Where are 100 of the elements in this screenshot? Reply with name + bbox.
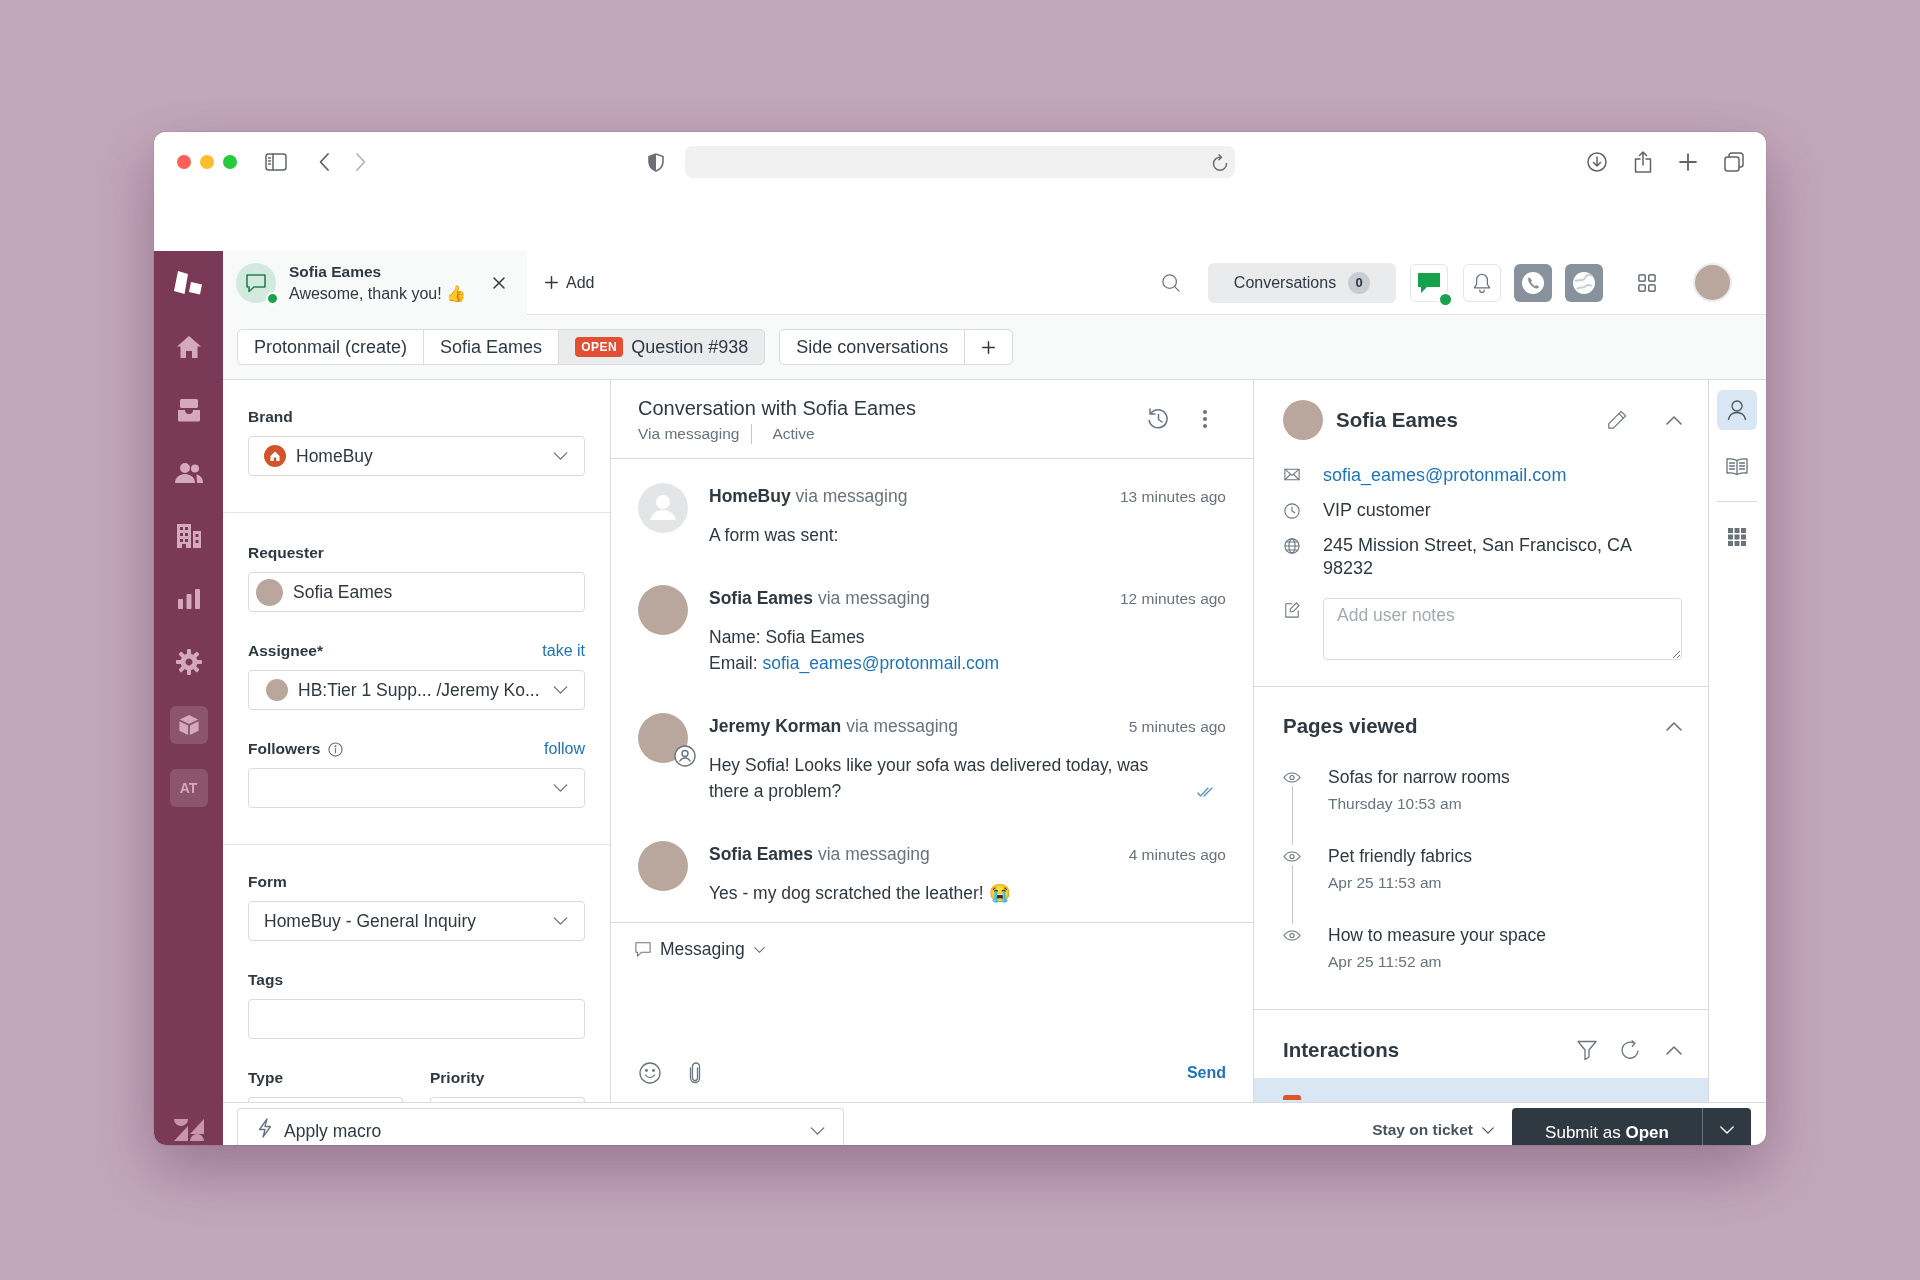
user-avatar[interactable] [1693, 263, 1732, 302]
search-icon[interactable] [1162, 273, 1180, 292]
channel-label: Via messaging [638, 423, 740, 444]
reload-icon[interactable] [1212, 153, 1228, 171]
field-action-link[interactable]: follow [544, 740, 585, 758]
status-tag: OPEN [575, 337, 624, 357]
field-label: Form [248, 872, 287, 892]
message-text: Yes - my dog scratched the leather! 😭 [709, 882, 1012, 905]
message-sender: HomeBuy via messaging [709, 485, 908, 507]
timeline-connector [1291, 865, 1293, 924]
product-logo-icon[interactable] [173, 271, 204, 295]
field-label: Tags [248, 970, 284, 990]
info-icon[interactable] [328, 741, 344, 757]
submit-button[interactable]: Submit as Open [1512, 1108, 1702, 1145]
stay-on-ticket-dropdown[interactable]: Stay on ticket [1372, 1108, 1494, 1145]
tab-overview-icon[interactable] [1724, 152, 1744, 172]
chat-bubble-icon [1418, 272, 1440, 293]
field-label: Brand [248, 407, 293, 427]
email-link[interactable]: sofia_eames@protonmail.com [1323, 464, 1567, 487]
edit-pencil-icon[interactable] [1607, 410, 1627, 430]
ticket-tab-button[interactable]: Protonmail (create) [237, 329, 425, 365]
chevron-down-icon [553, 452, 568, 460]
new-tab-icon[interactable] [1679, 153, 1697, 171]
clock-icon [1284, 503, 1300, 519]
submit-options-button[interactable] [1702, 1108, 1751, 1145]
field-label: Priority [430, 1068, 485, 1088]
collapse-chevron-icon[interactable] [1666, 721, 1682, 731]
notifications-button[interactable] [1463, 263, 1501, 302]
status-label: Active [751, 423, 815, 444]
collapse-chevron-icon[interactable] [1666, 415, 1682, 425]
refresh-icon[interactable] [1620, 1040, 1640, 1060]
plus-icon [982, 340, 996, 354]
add-tab-button[interactable]: Add [543, 269, 597, 296]
send-button[interactable]: Send [1186, 1062, 1226, 1084]
ticket-tab-button[interactable]: Sofia Eames [423, 329, 560, 365]
history-icon[interactable] [1147, 408, 1169, 430]
app-tile-button[interactable] [169, 705, 208, 744]
avatar [1283, 400, 1323, 440]
collapse-chevron-icon[interactable] [1666, 1045, 1682, 1055]
paperclip-icon[interactable] [689, 1062, 701, 1084]
field-label: Requester [248, 543, 324, 563]
chat-bubble-icon [635, 942, 651, 957]
channel-dropdown[interactable]: Messaging [635, 937, 765, 962]
chevron-down-icon [553, 784, 568, 792]
close-icon[interactable] [493, 277, 505, 289]
chevron-down-icon [1482, 1127, 1494, 1134]
message-sender: Sofia Eames via messaging [709, 843, 930, 865]
bar-chart-icon[interactable] [177, 588, 200, 609]
ticket-tab[interactable]: Sofia Eames Awesome, thank you! 👍 [223, 251, 527, 315]
phone-icon[interactable] [1514, 263, 1552, 302]
message-time: 13 minutes ago [1120, 487, 1226, 507]
message-sender: Sofia Eames via messaging [709, 587, 930, 609]
address-text: 245 Mission Street, San Francisco, CA 98232 [1323, 534, 1633, 580]
dropdown-field[interactable]: HB:Tier 1 Supp... /Jeremy Ko... [248, 670, 585, 710]
filter-icon[interactable] [1577, 1040, 1597, 1060]
message-text: A form was sent: [709, 524, 840, 547]
settings-icon[interactable] [175, 648, 202, 675]
message-text: Name: Sofia Eames [709, 626, 866, 649]
conversations-button[interactable]: Conversations 0 [1208, 262, 1396, 303]
input-field[interactable] [248, 1097, 403, 1102]
home-icon[interactable] [175, 334, 202, 359]
side-conversations-tab[interactable]: Side conversations [779, 329, 966, 365]
dropdown-field[interactable] [248, 768, 585, 808]
window-zoom-icon[interactable] [223, 155, 237, 169]
chevron-down-icon [1720, 1126, 1734, 1134]
inbox-tray-icon[interactable] [176, 397, 201, 422]
message-sender: Jeremy Korman via messaging [709, 715, 959, 737]
ticket-tab-button[interactable]: OPEN Question #938 [558, 329, 766, 365]
message-time: 4 minutes ago [1128, 845, 1226, 865]
avatar [638, 841, 688, 891]
input-field[interactable]: Sofia Eames [248, 572, 585, 612]
globe-app-icon[interactable] [1565, 263, 1603, 302]
sidebar-toggle-icon[interactable] [265, 153, 287, 171]
dropdown-field[interactable]: HomeBuy - General Inquiry [248, 901, 585, 941]
people-icon[interactable] [174, 461, 203, 484]
more-options-icon[interactable] [1203, 410, 1207, 428]
field-action-link[interactable]: take it [542, 642, 585, 660]
input-field[interactable] [248, 999, 585, 1039]
download-icon[interactable] [1587, 152, 1607, 172]
channel-icon [1283, 1095, 1301, 1100]
notes-field[interactable]: Add user notes [1323, 598, 1682, 660]
chevron-down-icon [810, 1127, 825, 1135]
default-avatar-icon [638, 483, 688, 533]
macro-field[interactable]: Apply macro [237, 1108, 844, 1145]
panel-tab[interactable] [1717, 390, 1757, 430]
user-icon [1727, 400, 1747, 420]
visit-time: Thursday 10:53 am [1328, 794, 1463, 814]
email-link[interactable]: sofia_eames@protonmail.com [762, 653, 1000, 673]
avatar [638, 585, 688, 635]
emoji-icon[interactable] [639, 1062, 661, 1084]
visit-time: Apr 25 11:53 am [1328, 873, 1443, 893]
input-field[interactable] [430, 1097, 585, 1102]
chevron-down-icon [753, 946, 765, 953]
dropdown-field[interactable]: HomeBuy [248, 436, 585, 476]
apps-grid-icon[interactable] [1638, 273, 1656, 292]
lightning-icon [258, 1118, 272, 1138]
window-close-icon[interactable] [177, 155, 191, 169]
shield-icon[interactable] [648, 152, 664, 172]
buildings-icon[interactable] [175, 522, 202, 549]
share-icon[interactable] [1634, 151, 1652, 173]
